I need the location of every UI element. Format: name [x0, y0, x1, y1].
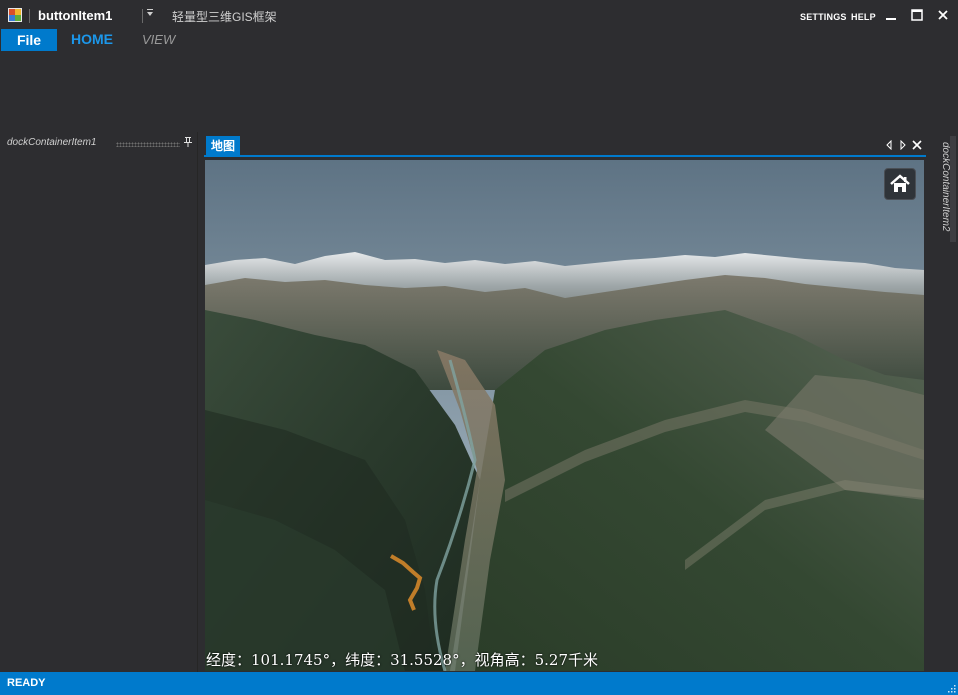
- tab-map[interactable]: 地图: [206, 136, 241, 156]
- tab-home[interactable]: HOME: [71, 31, 113, 47]
- triangle-left-icon[interactable]: [884, 140, 894, 150]
- title-bar: buttonItem1 轻量型三维GIS框架 SETTINGS HELP: [0, 0, 958, 30]
- window-title: 轻量型三维GIS框架: [172, 10, 277, 24]
- scrollbar[interactable]: [950, 136, 956, 242]
- dock-caption[interactable]: dockContainerItem1: [7, 137, 97, 148]
- document-area: 地图 经度：101.1745°，纬度：31.5528°，视角高：5.27千米: [204, 132, 926, 672]
- left-dock-panel: dockContainerItem1: [0, 132, 198, 672]
- home-view-button[interactable]: [884, 168, 916, 200]
- settings-button[interactable]: SETTINGS: [800, 12, 847, 22]
- qat-separator: [29, 9, 30, 23]
- help-button[interactable]: HELP: [851, 12, 876, 22]
- terrain-scene: [205, 160, 924, 671]
- coordinate-readout: 经度：101.1745°，纬度：31.5528°，视角高：5.27千米: [206, 651, 599, 669]
- right-dock-strip: dockContainerItem2: [926, 132, 958, 672]
- globe-3d-view[interactable]: 经度：101.1745°，纬度：31.5528°，视角高：5.27千米: [205, 160, 924, 671]
- status-bar: READY: [0, 672, 958, 695]
- qat-separator: [142, 9, 143, 23]
- status-text: READY: [7, 677, 46, 689]
- minimize-icon[interactable]: [884, 8, 898, 22]
- tab-underline: [204, 155, 926, 157]
- close-icon[interactable]: [912, 140, 922, 150]
- chevron-down-icon[interactable]: [146, 8, 154, 18]
- close-icon[interactable]: [936, 8, 950, 22]
- app-icon[interactable]: [8, 8, 22, 22]
- ribbon-tab-strip: File HOME VIEW: [0, 29, 958, 51]
- qat-button-item[interactable]: buttonItem1: [38, 8, 112, 23]
- resize-grip-icon[interactable]: [946, 683, 956, 693]
- tab-view[interactable]: VIEW: [142, 32, 175, 47]
- tab-file[interactable]: File: [1, 29, 57, 51]
- ribbon-panel: [0, 51, 958, 131]
- maximize-icon[interactable]: [910, 8, 924, 22]
- pin-icon[interactable]: [183, 136, 193, 148]
- dock-grip[interactable]: [116, 142, 180, 147]
- home-icon: [890, 174, 910, 192]
- triangle-right-icon[interactable]: [898, 140, 908, 150]
